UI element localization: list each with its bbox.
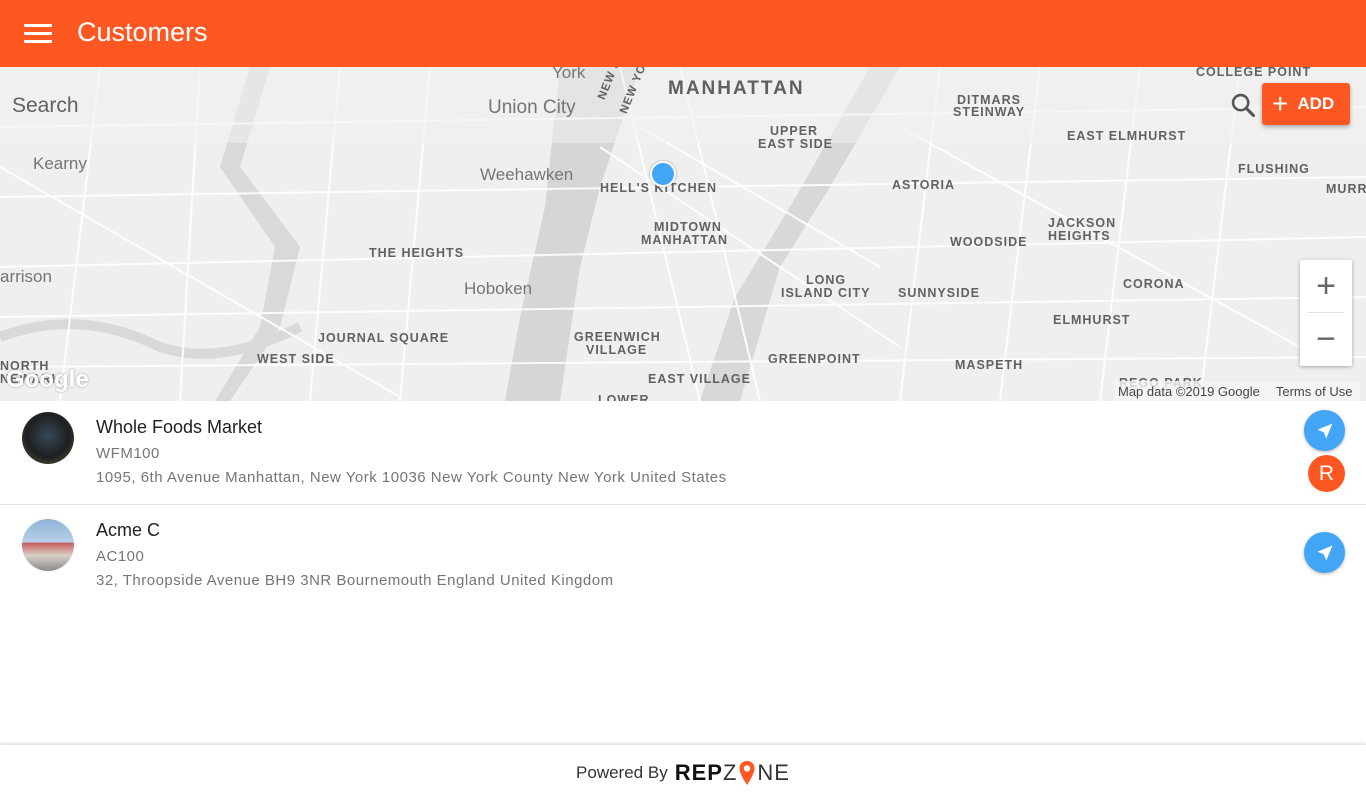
list-item[interactable]: Whole Foods Market WFM100 1095, 6th Aven… (0, 401, 1366, 505)
avatar (22, 412, 74, 464)
map-label: EAST ELMHURST (1067, 129, 1187, 143)
map-label: VILLAGE (586, 343, 648, 357)
map-label: ELMHURST (1053, 313, 1131, 327)
map-label: LOWER (598, 393, 650, 401)
customer-address: 32, Throopside Avenue BH9 3NR Bournemout… (96, 572, 614, 589)
page-title: Customers (77, 17, 208, 47)
hamburger-menu-icon[interactable] (24, 21, 52, 45)
list-item[interactable]: Acme C AC100 32, Throopside Avenue BH9 3… (0, 505, 1366, 603)
map-label: JACKSON (1048, 216, 1117, 230)
repzone-logo: REP Z NE (675, 760, 790, 786)
map-label: arrison (0, 267, 52, 286)
add-button[interactable]: + ADD (1262, 83, 1350, 125)
zoom-control: + − (1300, 260, 1352, 366)
map-data-text: Map data ©2019 Google (1118, 383, 1260, 399)
customer-name: Whole Foods Market (96, 417, 263, 437)
map-label: COLLEGE POINT (1196, 67, 1312, 79)
zoom-out-button[interactable]: − (1300, 313, 1352, 366)
map-label: MURR (1326, 182, 1366, 196)
zoom-in-button[interactable]: + (1300, 260, 1352, 313)
map-label: GREENWICH (574, 330, 661, 344)
map-label: UPPER (770, 124, 819, 138)
google-logo: Google (6, 366, 89, 393)
navigation-arrow-icon (1317, 545, 1332, 560)
map-label: THE HEIGHTS (369, 246, 465, 260)
plus-icon: + (1272, 88, 1289, 119)
map-label: EAST VILLAGE (648, 372, 751, 386)
map-label: LONG (806, 273, 847, 287)
map-pin-icon (739, 760, 755, 785)
logo-rep: REP (674, 759, 723, 785)
map-label: Weehawken (480, 165, 574, 184)
logo-z: Z (722, 759, 738, 785)
terms-of-use-link[interactable]: Terms of Use (1276, 384, 1353, 399)
search-input[interactable] (10, 87, 1214, 125)
map-label: Kearny (33, 154, 87, 173)
map-label: WEST SIDE (257, 352, 335, 366)
map-label: JOURNAL SQUARE (318, 331, 450, 345)
avatar (22, 519, 74, 571)
map-label: MIDTOWN (654, 220, 722, 234)
map-label: York (552, 67, 586, 82)
customer-code: AC100 (96, 548, 145, 565)
map-label: SUNNYSIDE (898, 286, 980, 300)
map-label: GREENPOINT (768, 352, 861, 366)
map-attribution: Map data ©2019 Google Terms of Use (1114, 381, 1361, 401)
customer-code: WFM100 (96, 445, 160, 462)
navigate-button[interactable] (1304, 410, 1345, 451)
search-icon[interactable] (1229, 91, 1257, 119)
powered-by-text: Powered By (576, 762, 668, 782)
map-label: MANHATTAN (668, 78, 805, 99)
map-label: Union City (488, 97, 576, 118)
map-label: ASTORIA (892, 178, 956, 192)
navigate-button[interactable] (1304, 532, 1345, 573)
location-pin-icon[interactable] (650, 161, 676, 187)
map-label: HEIGHTS (1048, 229, 1111, 243)
map-label: ISLAND CITY (781, 286, 871, 300)
footer: Powered By REP Z NE (0, 745, 1366, 800)
add-button-label: ADD (1297, 94, 1335, 113)
app-bar: Customers (0, 0, 1366, 67)
map-label: Hoboken (464, 279, 533, 298)
map-label: STEINWAY (953, 105, 1026, 119)
map-label: EAST SIDE (758, 137, 833, 151)
map-label: CORONA (1123, 277, 1185, 291)
customer-list: Whole Foods Market WFM100 1095, 6th Aven… (0, 401, 1366, 603)
logo-ne: NE (757, 759, 790, 785)
status-badge: R (1308, 455, 1345, 492)
customer-name: Acme C (96, 520, 161, 540)
navigation-arrow-icon (1317, 423, 1332, 438)
map-view[interactable]: + ADD York Union City NEW JERSEY NEW YOR… (0, 67, 1366, 401)
customer-address: 1095, 6th Avenue Manhattan, New York 100… (96, 469, 727, 486)
map-label: MANHATTAN (641, 233, 728, 247)
map-label: WOODSIDE (950, 235, 1028, 249)
map-label: FLUSHING (1238, 162, 1310, 176)
map-label: MASPETH (955, 358, 1024, 372)
